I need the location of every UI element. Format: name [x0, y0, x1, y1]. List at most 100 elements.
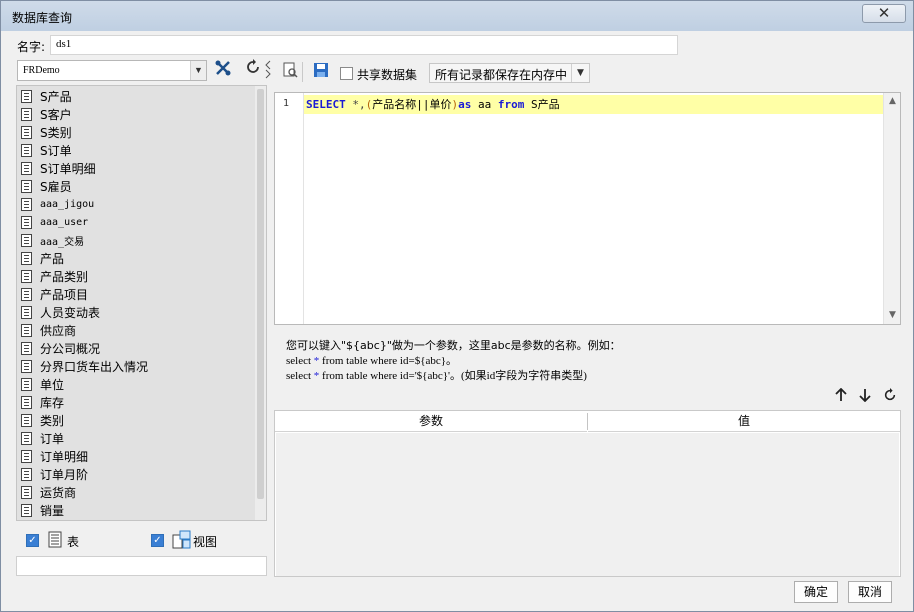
- hint-line-2: select * from table where id=${abc}。: [286, 352, 457, 368]
- tree-item[interactable]: S类别: [21, 123, 72, 141]
- table-icon: [21, 89, 32, 103]
- table-icon: [21, 467, 32, 481]
- line-gutter: 1: [275, 93, 304, 324]
- hint-line-2-b: from table where id=${abc}。: [319, 355, 458, 367]
- tree-item-label: S类别: [40, 125, 72, 140]
- tree-scrollbar[interactable]: [255, 86, 266, 520]
- tree-item[interactable]: 运货商: [21, 483, 76, 501]
- table-icon: [21, 503, 32, 517]
- param-table-body[interactable]: [276, 433, 899, 576]
- tree-item[interactable]: 供应商: [21, 321, 76, 339]
- tree-item[interactable]: 单位: [21, 375, 64, 393]
- name-input[interactable]: ds1: [50, 35, 678, 55]
- tools-icon[interactable]: [212, 59, 234, 81]
- tree-search-input[interactable]: [16, 556, 267, 576]
- tree-item[interactable]: 订单: [21, 429, 64, 447]
- close-icon[interactable]: ✕: [878, 4, 891, 22]
- tree-item[interactable]: 产品类别: [21, 267, 88, 285]
- title-bar: 数据库查询 ✕: [1, 1, 913, 31]
- value-column-header[interactable]: 值: [588, 411, 900, 432]
- toolbar-divider: [302, 62, 303, 82]
- tree-item[interactable]: aaa_jigou: [21, 195, 94, 213]
- tree-item[interactable]: S产品: [21, 87, 72, 105]
- hint-line-2-a: select: [286, 355, 314, 367]
- tree-item[interactable]: aaa_user: [21, 213, 88, 231]
- table-icon: [21, 233, 32, 247]
- table-icon: [21, 485, 32, 499]
- tree-item-label: 产品项目: [40, 287, 89, 302]
- scrollbar-thumb[interactable]: [257, 89, 264, 499]
- tree-item[interactable]: 分界口货车出入情况: [21, 357, 148, 375]
- tree-item[interactable]: S订单: [21, 141, 72, 159]
- tree-item-label: S客户: [40, 107, 72, 122]
- refresh-icon[interactable]: [242, 59, 264, 81]
- share-dataset-checkbox[interactable]: [340, 67, 353, 80]
- tree-item-label: S订单明细: [40, 161, 96, 176]
- kw-select: SELECT: [306, 98, 346, 111]
- editor-scrollbar[interactable]: ▲ ▼: [883, 93, 900, 324]
- tree-item-label: 销量: [40, 503, 65, 518]
- chevron-down-icon[interactable]: ▼: [571, 64, 589, 82]
- param-column-header[interactable]: 参数: [275, 411, 587, 432]
- table-icon: [21, 377, 32, 391]
- sql-code[interactable]: SELECT *,(产品名称||单价)as aa from S产品: [306, 96, 560, 112]
- tree-item-label: S产品: [40, 89, 72, 104]
- share-dataset-label: 共享数据集: [357, 68, 418, 82]
- line-number: 1: [283, 98, 290, 109]
- tree-item[interactable]: S雇员: [21, 177, 72, 195]
- tree-item-label: aaa_jigou: [40, 198, 95, 210]
- tree-item[interactable]: 分公司概况: [21, 339, 100, 357]
- refresh-params-icon[interactable]: [879, 386, 901, 408]
- tree-item[interactable]: 产品项目: [21, 285, 88, 303]
- hint-line-3: select * from table where id='${abc}'。(如…: [286, 367, 587, 383]
- scroll-down-icon[interactable]: ▼: [884, 307, 900, 324]
- name-label: 名字:: [17, 40, 46, 54]
- table-icon: [21, 143, 32, 157]
- tree-item[interactable]: 订单明细: [21, 447, 88, 465]
- cancel-button[interactable]: 取消: [848, 581, 892, 603]
- table-icon: [21, 197, 32, 211]
- table-checkbox[interactable]: ✓: [26, 534, 39, 547]
- tree-item-label: 订单: [40, 431, 65, 446]
- hint-line-3-a: select: [286, 370, 314, 382]
- table-icon: [21, 287, 32, 301]
- collapse-arrows-icon[interactable]: [264, 59, 272, 81]
- column-expr: 产品名称||单价: [372, 98, 452, 111]
- table-tree[interactable]: S产品 S客户 S类别 S订单 S订单明细 S雇员 aaa_jigou aaa_useraaa…: [16, 85, 267, 521]
- tree-item[interactable]: 销量: [21, 501, 64, 519]
- alias: aa: [471, 98, 498, 111]
- preview-icon[interactable]: [279, 62, 301, 84]
- close-button[interactable]: ✕: [862, 4, 906, 23]
- datasource-select[interactable]: FRDemo ▼: [17, 60, 207, 81]
- view-icon: [172, 530, 192, 552]
- tree-item[interactable]: S客户: [21, 105, 72, 123]
- kw-as: as: [458, 98, 472, 111]
- scroll-up-icon[interactable]: ▲: [884, 93, 900, 110]
- tree-item[interactable]: 库存: [21, 393, 64, 411]
- tree-item[interactable]: 产品: [21, 249, 64, 267]
- datasource-value: FRDemo: [23, 65, 60, 76]
- tree-item[interactable]: 订单月阶: [21, 465, 88, 483]
- tree-item-label: aaa_交易: [40, 236, 85, 248]
- arrow-down-icon[interactable]: [854, 386, 876, 408]
- hint-line-3-b: from table where id='${abc}'。(如果id字段为字符串…: [319, 370, 587, 382]
- arrow-up-icon[interactable]: [830, 386, 852, 408]
- chevron-down-icon[interactable]: ▼: [190, 61, 206, 80]
- param-table[interactable]: 参数 值: [274, 410, 901, 577]
- tree-item[interactable]: aaa_交易: [21, 231, 84, 249]
- save-icon[interactable]: [310, 62, 332, 84]
- tree-item[interactable]: 类别: [21, 411, 64, 429]
- table-icon: [48, 531, 62, 551]
- memory-mode-select[interactable]: 所有记录都保存在内存中 ▼: [429, 63, 590, 83]
- view-checkbox[interactable]: ✓: [151, 534, 164, 547]
- table-icon: [21, 323, 32, 337]
- table-icon: [21, 215, 32, 229]
- hint-line-1: 您可以键入"${abc}"做为一个参数，这里abc是参数的名称。例如：: [286, 339, 621, 352]
- tree-item-label: 库存: [40, 395, 65, 410]
- tree-item[interactable]: 人员变动表: [21, 303, 100, 321]
- table-icon: [21, 125, 32, 139]
- sql-editor[interactable]: 1 SELECT *,(产品名称||单价)as aa from S产品 ▲ ▼: [274, 92, 901, 325]
- table-icon: [21, 449, 32, 463]
- tree-item[interactable]: S订单明细: [21, 159, 96, 177]
- ok-button[interactable]: 确定: [794, 581, 838, 603]
